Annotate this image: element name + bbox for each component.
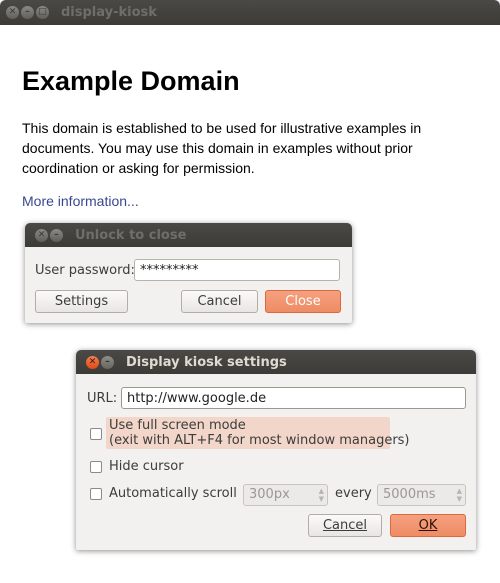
- minimize-icon[interactable]: –: [101, 355, 114, 369]
- spin-up-icon: ▲: [318, 487, 324, 495]
- page-heading: Example Domain: [22, 66, 240, 96]
- window-controls: ✕ – □: [0, 6, 51, 19]
- close-button[interactable]: Close: [265, 290, 341, 313]
- scroll-interval-value: 5000ms: [383, 487, 436, 502]
- minimize-icon[interactable]: –: [50, 228, 63, 242]
- spin-down-icon: ▼: [318, 495, 324, 503]
- window-controls: ✕ –: [25, 228, 65, 242]
- maximize-icon[interactable]: □: [36, 6, 49, 19]
- spin-arrows: ▲ ▼: [319, 487, 324, 503]
- ok-button[interactable]: OK: [390, 514, 466, 537]
- hide-cursor-label[interactable]: Hide cursor: [109, 459, 184, 474]
- dialog-title: Display kiosk settings: [126, 354, 287, 370]
- close-icon[interactable]: ✕: [86, 355, 99, 369]
- password-label: User password:: [35, 263, 135, 278]
- settings-button[interactable]: Settings: [35, 290, 128, 313]
- spin-down-icon: ▼: [456, 495, 462, 503]
- settings-titlebar[interactable]: ✕ – Display kiosk settings: [76, 350, 476, 374]
- cancel-button[interactable]: Cancel: [308, 514, 382, 537]
- fullscreen-label-line1[interactable]: Use full screen mode: [109, 418, 246, 433]
- more-information-link[interactable]: More information...: [22, 193, 139, 209]
- fullscreen-label-line2[interactable]: (exit with ALT+F4 for most window manage…: [109, 433, 410, 448]
- hide-cursor-checkbox[interactable]: [90, 461, 102, 473]
- spin-up-icon: ▲: [456, 487, 462, 495]
- scroll-interval-spinbox: 5000ms ▲ ▼: [377, 484, 466, 506]
- window-title: display-kiosk: [61, 5, 157, 20]
- fullscreen-checkbox[interactable]: [90, 428, 102, 440]
- url-input[interactable]: [121, 387, 466, 409]
- ok-button-label: OK: [418, 518, 438, 533]
- main-titlebar[interactable]: ✕ – □ display-kiosk: [0, 0, 500, 25]
- scroll-amount-spinbox: 300px ▲ ▼: [243, 484, 328, 506]
- scroll-amount-value: 300px: [249, 487, 290, 502]
- close-icon[interactable]: ✕: [6, 6, 19, 19]
- every-label: every: [335, 486, 372, 501]
- dialog-title: Unlock to close: [75, 227, 187, 243]
- spin-arrows: ▲ ▼: [457, 487, 462, 503]
- cancel-button-label: Cancel: [322, 518, 368, 533]
- password-input[interactable]: [134, 259, 340, 281]
- autoscroll-checkbox[interactable]: [90, 488, 102, 500]
- page-paragraph: This domain is established to be used fo…: [22, 120, 422, 176]
- cancel-button[interactable]: Cancel: [181, 290, 258, 313]
- close-icon[interactable]: ✕: [35, 228, 48, 242]
- unlock-titlebar[interactable]: ✕ – Unlock to close: [25, 223, 352, 247]
- unlock-dialog: ✕ – Unlock to close User password: Setti…: [25, 223, 352, 323]
- settings-dialog: ✕ – Display kiosk settings URL: Use full…: [76, 350, 476, 550]
- web-page: Example Domain This domain is establishe…: [22, 25, 480, 210]
- minimize-icon[interactable]: –: [21, 6, 34, 19]
- window-controls: ✕ –: [76, 355, 116, 369]
- url-label: URL:: [87, 391, 118, 406]
- autoscroll-label[interactable]: Automatically scroll: [109, 486, 237, 501]
